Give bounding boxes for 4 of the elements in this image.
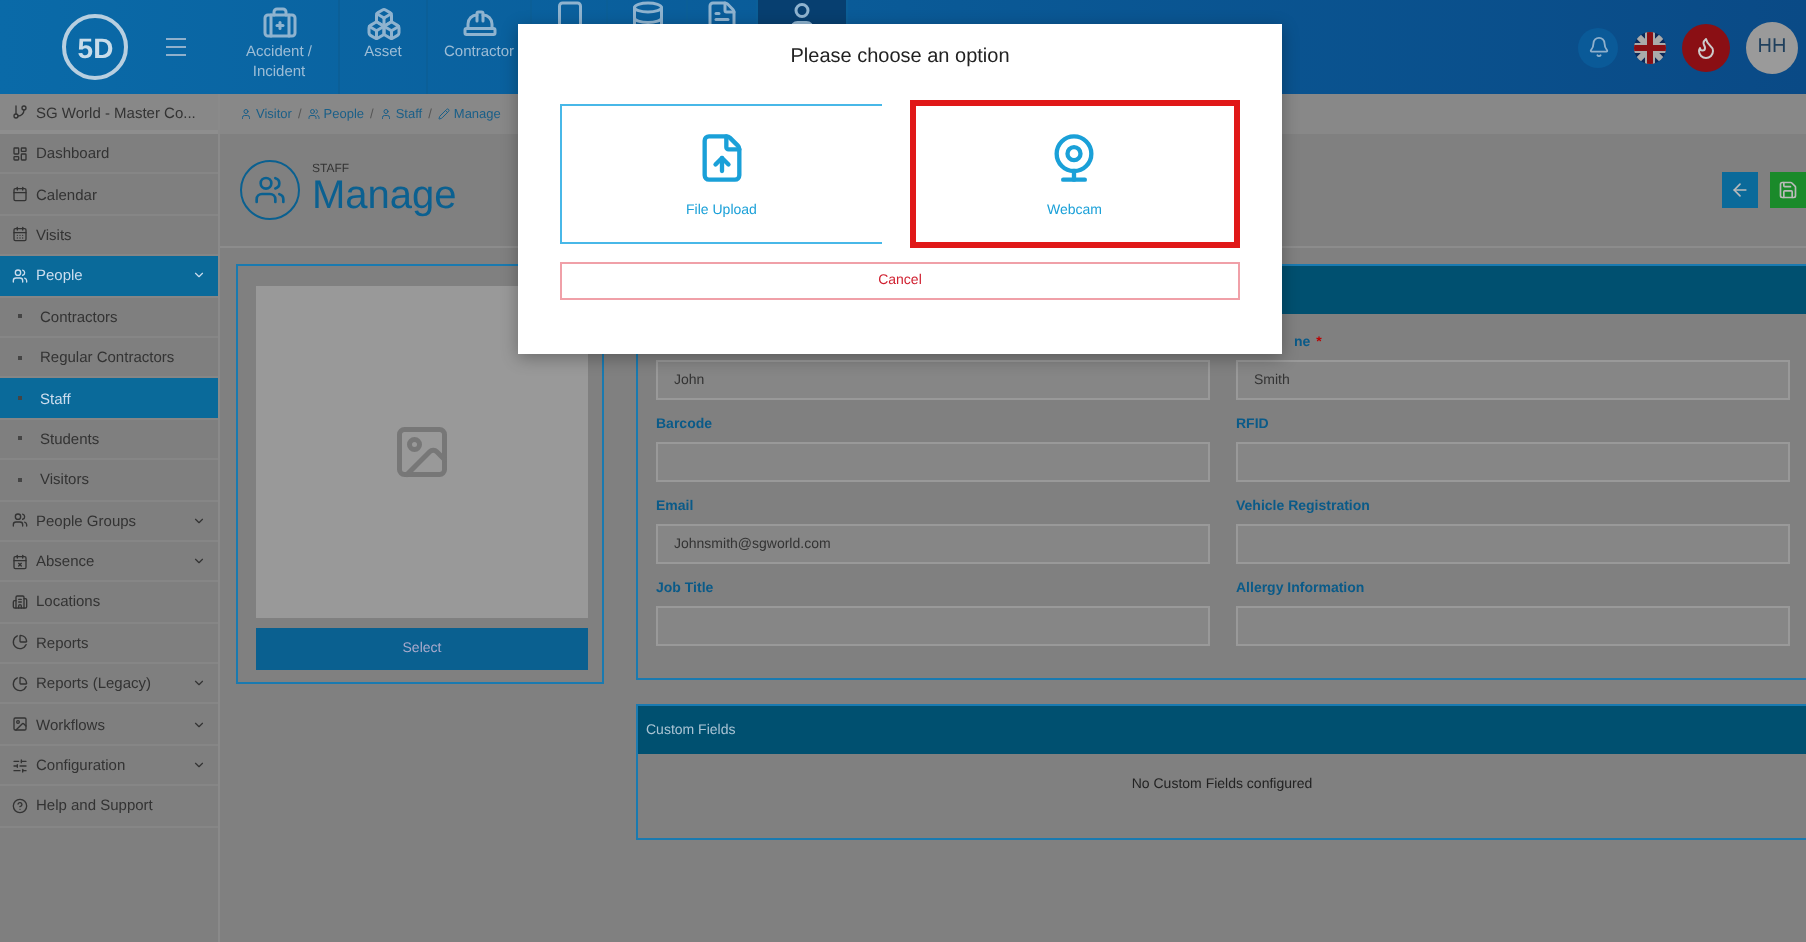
dialog-title: Please choose an option bbox=[790, 46, 1010, 68]
avatar[interactable]: HH bbox=[1746, 21, 1798, 73]
page-title: Manage bbox=[312, 176, 457, 216]
logo[interactable]: 5D bbox=[62, 14, 129, 80]
